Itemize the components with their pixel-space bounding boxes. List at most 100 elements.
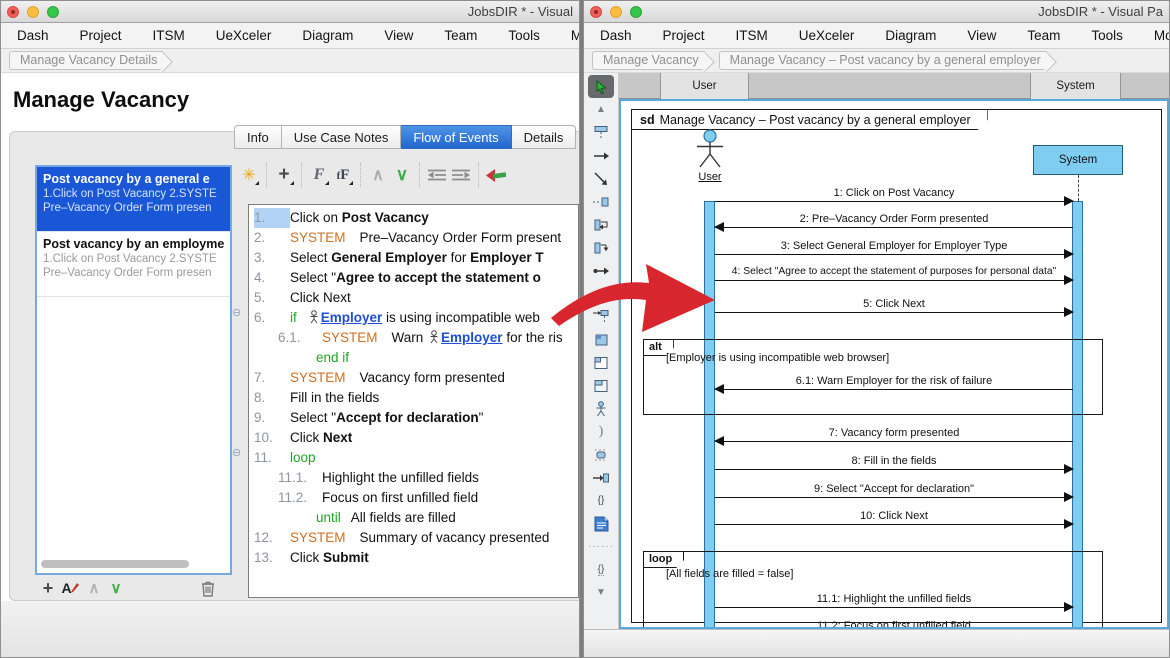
menu-itsm[interactable]: ITSM: [153, 28, 185, 43]
fragment-loop[interactable]: loop [All fields are filled = false]: [643, 551, 1103, 629]
actor-tool-icon[interactable]: [588, 397, 614, 420]
ref-fragment-tool-icon[interactable]: [588, 374, 614, 397]
menu-dash[interactable]: Dash: [17, 28, 49, 43]
note-tool-icon[interactable]: [588, 512, 614, 535]
menu-diagram[interactable]: Diagram: [885, 28, 936, 43]
header-tab-system[interactable]: System: [1031, 73, 1121, 99]
flow-step-7[interactable]: 7.SYSTEMVacancy form presented: [249, 368, 578, 388]
flow-step-8[interactable]: 8.Fill in the fields: [249, 388, 578, 408]
zoom-button[interactable]: [47, 6, 59, 18]
tab-use-case-notes[interactable]: Use Case Notes: [282, 125, 402, 149]
menu-tools[interactable]: Tools: [1091, 28, 1123, 43]
flow-of-events-list[interactable]: 1.Click on Post Vacancy 2.SYSTEMPre–Vaca…: [248, 204, 579, 598]
employer-link[interactable]: Employer: [321, 310, 383, 325]
move-down-icon[interactable]: ∨: [106, 578, 126, 598]
alt-fragment-tool-icon[interactable]: [588, 351, 614, 374]
flow-step-2[interactable]: 2.SYSTEMPre–Vacancy Order Form present: [249, 228, 578, 248]
italic-format-icon[interactable]: F: [307, 162, 331, 188]
indent-icon[interactable]: [449, 162, 473, 188]
flow-step-9[interactable]: 9.Select "Accept for declaration": [249, 408, 578, 428]
tab-info[interactable]: Info: [234, 125, 282, 149]
collapse-icon[interactable]: ⊖: [232, 448, 241, 459]
menu-modeling[interactable]: Mo: [1154, 28, 1169, 43]
flow-step-13[interactable]: 13.Click Submit: [249, 548, 578, 568]
edit-icon[interactable]: A: [60, 578, 80, 598]
flow-step-6-1[interactable]: 6.1.SYSTEMWarn Employer for the ris: [249, 328, 578, 348]
flow-step-10[interactable]: 10.Click Next: [249, 428, 578, 448]
scroll-down-icon[interactable]: ▼: [588, 581, 614, 604]
create-message-tool-icon[interactable]: [588, 190, 614, 213]
apply-icon[interactable]: ∨: [390, 162, 414, 188]
menu-project[interactable]: Project: [80, 28, 122, 43]
diagram-canvas[interactable]: sdManage Vacancy – Post vacancy by a gen…: [619, 99, 1169, 629]
flow-step-end-if[interactable]: end if: [249, 348, 578, 368]
close-button[interactable]: [590, 6, 602, 18]
constraint-arrow-tool-icon[interactable]: {}: [588, 489, 614, 512]
sync-diagram-icon[interactable]: [484, 162, 508, 188]
close-button[interactable]: [7, 6, 19, 18]
flow-step-until[interactable]: untilAll fields are filled: [249, 508, 578, 528]
menu-view[interactable]: View: [967, 28, 996, 43]
message-label: 10: Click Next: [715, 510, 1073, 522]
actor-user[interactable]: [692, 129, 728, 171]
scroll-up-icon[interactable]: ▲: [588, 98, 614, 121]
separator-tool-icon[interactable]: ······: [588, 535, 614, 558]
self-message-tool-icon[interactable]: [588, 167, 614, 190]
add-icon[interactable]: +: [38, 578, 58, 598]
tab-flow-of-events[interactable]: Flow of Events: [401, 125, 511, 149]
menu-uexceler[interactable]: UeXceler: [799, 28, 855, 43]
flow-step-6[interactable]: 6.ifEmployer is using incompatible web: [249, 308, 578, 328]
flow-step-11-2[interactable]: 11.2.Focus on first unfilled field: [249, 488, 578, 508]
move-up-icon[interactable]: ∧: [366, 162, 390, 188]
header-tab-user[interactable]: User: [661, 73, 749, 99]
menu-view[interactable]: View: [384, 28, 413, 43]
text-format-icon[interactable]: fF: [331, 162, 355, 188]
move-up-icon[interactable]: ∧: [84, 578, 104, 598]
titlebar[interactable]: JobsDIR * - Visual Pa: [584, 1, 1169, 23]
employer-link[interactable]: Employer: [441, 330, 503, 345]
reentrant-message-tool-icon[interactable]: [588, 213, 614, 236]
menu-team[interactable]: Team: [1027, 28, 1060, 43]
breadcrumb-diagram[interactable]: Manage Vacancy – Post vacancy by a gener…: [719, 51, 1047, 70]
flow-step-5[interactable]: 5.Click Next: [249, 288, 578, 308]
activation-tool-icon[interactable]: [588, 443, 614, 466]
message-tool-icon[interactable]: [588, 144, 614, 167]
outdent-icon[interactable]: [425, 162, 449, 188]
minimize-button[interactable]: [610, 6, 622, 18]
flow-step-4[interactable]: 4.Select "Agree to accept the statement …: [249, 268, 578, 288]
horizontal-scrollbar[interactable]: [41, 560, 189, 568]
menu-dash[interactable]: Dash: [600, 28, 632, 43]
zoom-button[interactable]: [630, 6, 642, 18]
gate-tool-icon[interactable]: [588, 466, 614, 489]
new-step-icon[interactable]: ✳: [237, 162, 261, 188]
use-case-list[interactable]: Post vacancy by a general e 1.Click on P…: [35, 165, 232, 575]
breadcrumb[interactable]: Manage Vacancy Details: [9, 51, 163, 70]
flow-step-1[interactable]: 1.Click on Post Vacancy: [249, 208, 578, 228]
flow-step-11-1[interactable]: 11.1.Highlight the unfilled fields: [249, 468, 578, 488]
titlebar[interactable]: JobsDIR * - Visual: [1, 1, 579, 23]
minimize-button[interactable]: [27, 6, 39, 18]
menu-team[interactable]: Team: [444, 28, 477, 43]
menu-tools[interactable]: Tools: [508, 28, 540, 43]
sd-frame-label[interactable]: sdManage Vacancy – Post vacancy by a gen…: [631, 109, 988, 130]
flow-step-12[interactable]: 12.SYSTEMSummary of vacancy presented: [249, 528, 578, 548]
add-step-icon[interactable]: +: [272, 162, 296, 188]
tab-details[interactable]: Details: [512, 125, 577, 149]
flow-step-11[interactable]: 11.loop: [249, 448, 578, 468]
menu-uexceler[interactable]: UeXceler: [216, 28, 272, 43]
use-case-item[interactable]: Post vacancy by an employme 1.Click on P…: [37, 232, 230, 297]
menu-itsm[interactable]: ITSM: [736, 28, 768, 43]
lifeline-tool-icon[interactable]: [588, 121, 614, 144]
delete-icon[interactable]: [198, 578, 218, 598]
breadcrumb-manage-vacancy[interactable]: Manage Vacancy: [592, 51, 705, 70]
menu-modeling[interactable]: M: [571, 28, 579, 43]
menu-project[interactable]: Project: [663, 28, 705, 43]
constraint-tool-icon[interactable]: {}: [588, 558, 614, 581]
duration-constraint-tool-icon[interactable]: ): [588, 420, 614, 443]
lifeline-system[interactable]: System: [1033, 145, 1123, 175]
use-case-item[interactable]: Post vacancy by a general e 1.Click on P…: [37, 167, 230, 232]
pointer-tool-icon[interactable]: [588, 75, 614, 98]
flow-step-3[interactable]: 3.Select General Employer for Employer T: [249, 248, 578, 268]
menu-diagram[interactable]: Diagram: [302, 28, 353, 43]
collapse-icon[interactable]: ⊖: [232, 308, 241, 319]
